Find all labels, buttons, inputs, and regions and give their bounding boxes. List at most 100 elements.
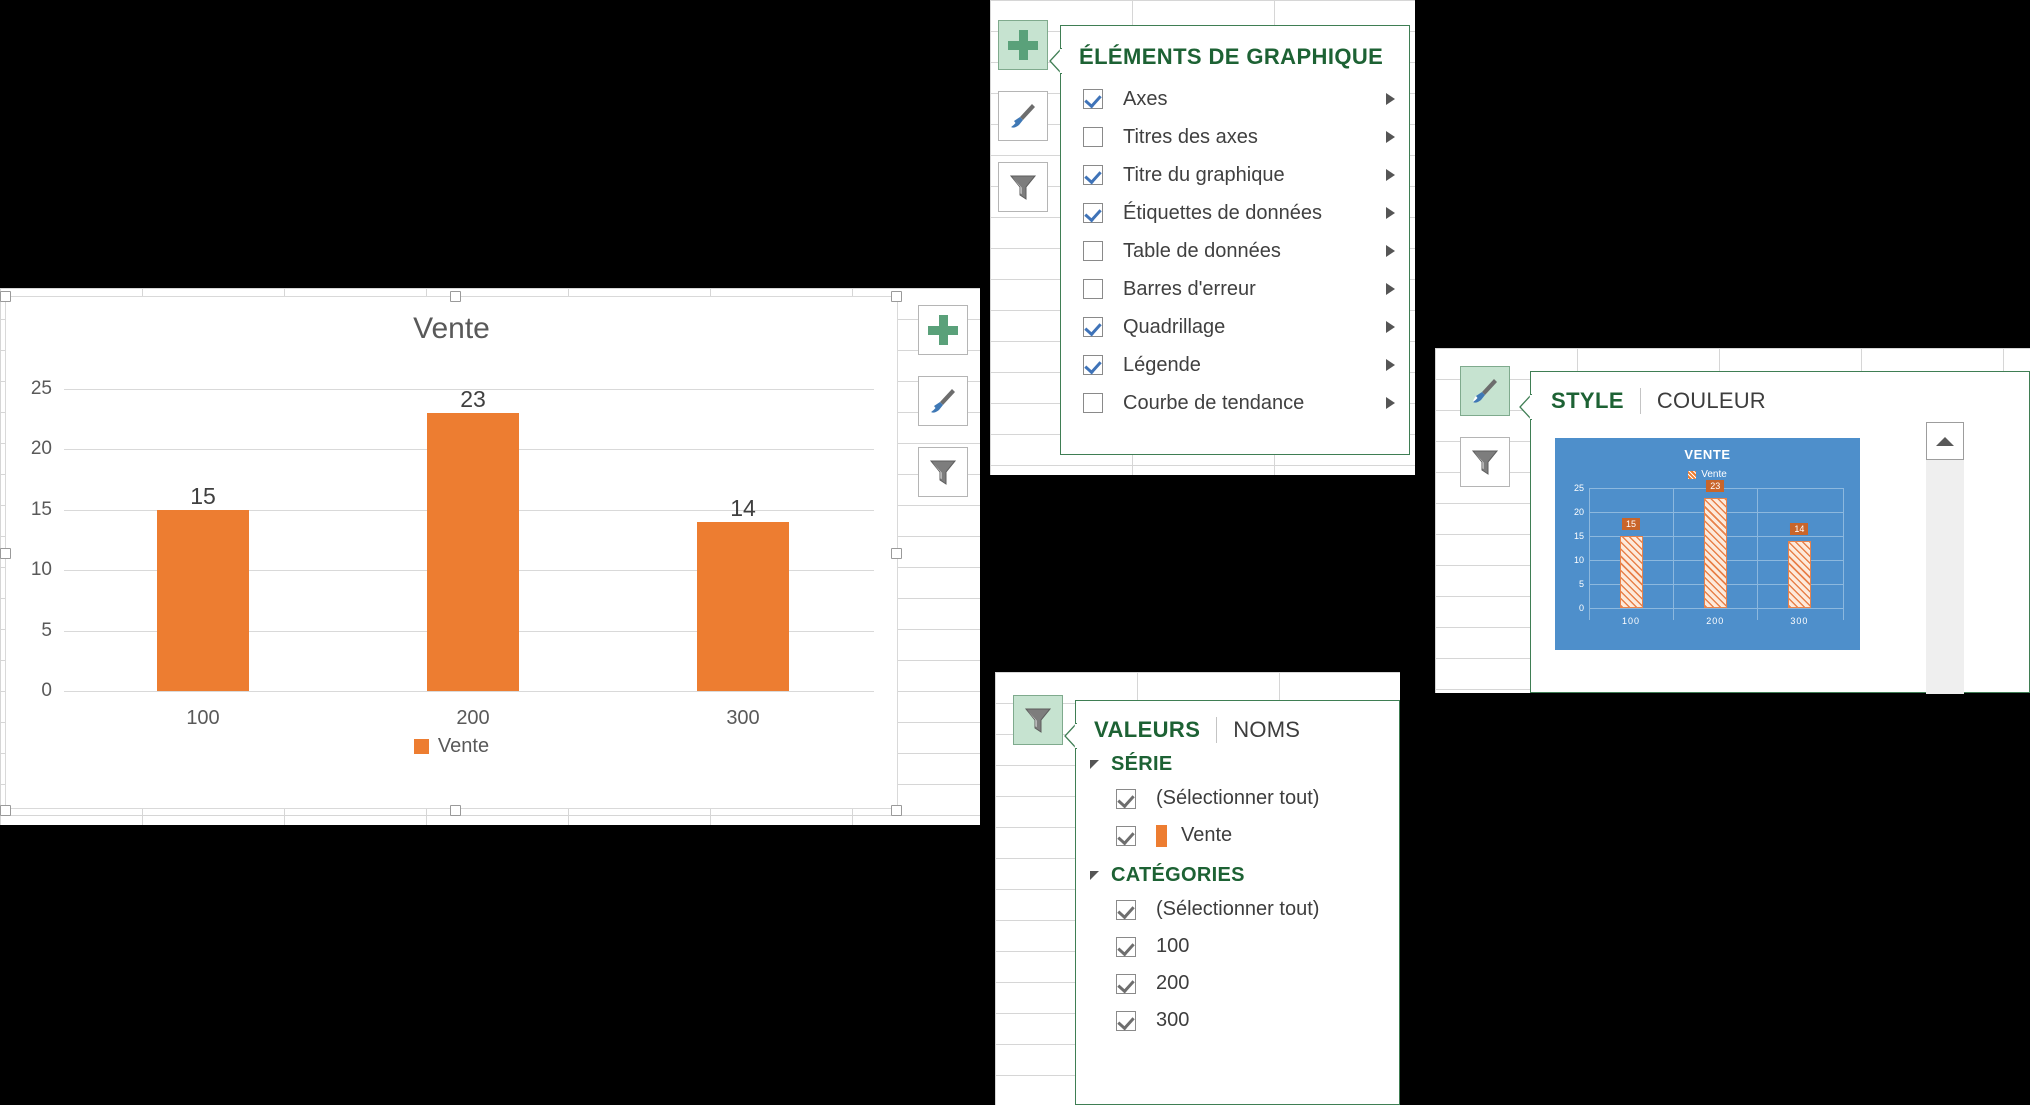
chevron-right-icon[interactable]	[1386, 131, 1395, 143]
chart-element-axis-titles[interactable]: Titres des axes	[1079, 118, 1409, 156]
thumbnail-y-tick: 10	[1573, 555, 1584, 565]
checkbox-select-all-categories[interactable]	[1116, 899, 1136, 920]
checkbox-gridlines[interactable]	[1083, 317, 1103, 337]
chart-element-label: Courbe de tendance	[1123, 391, 1305, 414]
checkbox-data-table[interactable]	[1083, 241, 1103, 261]
checkbox-data-labels[interactable]	[1083, 203, 1103, 223]
y-tick-label: 20	[30, 438, 52, 460]
chevron-right-icon[interactable]	[1386, 245, 1395, 257]
checkbox-error-bars[interactable]	[1083, 279, 1103, 299]
checkbox-series-vente[interactable]	[1116, 825, 1136, 846]
chart-element-label: Table de données	[1123, 239, 1281, 262]
checkbox-select-all-series[interactable]	[1116, 788, 1136, 809]
chevron-right-icon[interactable]	[1386, 321, 1395, 333]
styles-scrollbar-track[interactable]	[1926, 438, 1964, 694]
tab-style[interactable]: STYLE	[1551, 388, 1624, 414]
filter-item-serie-all[interactable]: (Sélectionner tout)	[1076, 780, 1399, 817]
selection-handle-top-left[interactable]	[0, 291, 11, 302]
chart-elements-toggle[interactable]	[998, 20, 1048, 70]
chart-styles-toggle-active[interactable]	[1460, 366, 1510, 416]
thumbnail-y-tick: 0	[1578, 603, 1584, 613]
collapse-triangle-icon[interactable]	[1090, 871, 1099, 880]
chevron-right-icon[interactable]	[1386, 169, 1395, 181]
tab-divider	[1216, 717, 1218, 743]
legend-swatch-vente	[413, 739, 429, 754]
popup-pointer	[1064, 723, 1077, 749]
chart-filters-toggle[interactable]	[998, 162, 1048, 212]
chevron-right-icon[interactable]	[1386, 207, 1395, 219]
filter-item-label: (Sélectionner tout)	[1156, 898, 1320, 920]
chart-filters-toggle-styles[interactable]	[1460, 437, 1510, 487]
thumbnail-y-tick: 25	[1573, 483, 1584, 493]
filter-item-category-200[interactable]: 200	[1076, 965, 1399, 1002]
checkbox-category-200[interactable]	[1116, 973, 1136, 994]
chart-element-error-bars[interactable]: Barres d'erreur	[1079, 270, 1409, 308]
checkbox-axes[interactable]	[1083, 89, 1103, 109]
y-tick-label: 15	[30, 498, 52, 520]
filter-item-serie-vente[interactable]: Vente	[1076, 817, 1399, 854]
checkbox-chart-title[interactable]	[1083, 165, 1103, 185]
thumbnail-category-300: 300	[1790, 616, 1809, 626]
selection-handle-middle-right[interactable]	[891, 548, 902, 559]
chart-element-chart-title[interactable]: Titre du graphique	[1079, 156, 1409, 194]
selection-handle-bottom-right[interactable]	[891, 805, 902, 816]
chevron-right-icon[interactable]	[1386, 397, 1395, 409]
paintbrush-icon	[1473, 379, 1497, 403]
tab-couleur[interactable]: COULEUR	[1657, 388, 1766, 414]
y-tick-label: 25	[30, 378, 52, 399]
axis-line-0: 0	[41, 680, 874, 701]
chart-elements-button[interactable]	[918, 305, 968, 355]
chart-element-data-table[interactable]: Table de données	[1079, 232, 1409, 270]
panel-title: ÉLÉMENTS DE GRAPHIQUE	[1079, 44, 1384, 69]
checkbox-axis-titles[interactable]	[1083, 127, 1103, 147]
bar-100[interactable]	[157, 509, 249, 691]
style-thumbnail-1[interactable]: VENTE Vente 25 20 15 10 5 0 15 23 14 100…	[1555, 438, 1860, 650]
chart-element-legend[interactable]: Légende	[1079, 346, 1409, 384]
legend-label-vente: Vente	[437, 735, 490, 757]
bar-200[interactable]	[427, 413, 519, 691]
chart-filters-button[interactable]	[918, 447, 968, 497]
chart-element-gridlines[interactable]: Quadrillage	[1079, 308, 1409, 346]
chart-title[interactable]: Vente	[6, 312, 897, 346]
chart-element-label: Titres des axes	[1123, 125, 1258, 148]
selection-handle-top-right[interactable]	[891, 291, 902, 302]
chevron-right-icon[interactable]	[1386, 283, 1395, 295]
selection-handle-top-center[interactable]	[450, 291, 461, 302]
group-header-categories[interactable]: CATÉGORIES	[1090, 864, 1399, 887]
filter-item-category-300[interactable]: 300	[1076, 1002, 1399, 1039]
collapse-triangle-icon[interactable]	[1090, 760, 1099, 769]
selection-handle-bottom-left[interactable]	[0, 805, 11, 816]
y-tick-label: 10	[30, 559, 52, 581]
chart-element-data-labels[interactable]: Étiquettes de données	[1079, 194, 1409, 232]
thumbnail-title: VENTE	[1684, 447, 1731, 462]
selection-handle-bottom-center[interactable]	[450, 805, 461, 816]
group-header-serie[interactable]: SÉRIE	[1090, 753, 1399, 776]
chart-object[interactable]: Vente 25 20 15 10 5 0 15 23 14 100 200 3…	[0, 291, 902, 816]
chevron-right-icon[interactable]	[1386, 359, 1395, 371]
tab-noms[interactable]: NOMS	[1233, 717, 1300, 743]
style-tabs: STYLE COULEUR	[1551, 388, 2029, 414]
plot-area: 25 20 15 10 5 0 15 23 14 100 200 300	[31, 378, 874, 729]
filter-item-label: 200	[1156, 972, 1190, 994]
scroll-up-button[interactable]	[1926, 422, 1964, 460]
chevron-right-icon[interactable]	[1386, 93, 1395, 105]
bar-300[interactable]	[697, 521, 789, 691]
thumbnail-legend-swatch	[1688, 470, 1697, 479]
tab-valeurs[interactable]: VALEURS	[1094, 717, 1200, 743]
chart-filters-toggle-active[interactable]	[1013, 695, 1063, 745]
chart-styles-toggle[interactable]	[998, 91, 1048, 141]
filter-item-category-all[interactable]: (Sélectionner tout)	[1076, 891, 1399, 928]
selection-handle-middle-left[interactable]	[0, 548, 11, 559]
chart-element-axes[interactable]: Axes	[1079, 80, 1409, 118]
y-tick-label: 5	[41, 619, 52, 641]
checkbox-category-100[interactable]	[1116, 936, 1136, 957]
thumbnail-plot: 25 20 15 10 5 0 15 23 14 100 200 300	[1574, 480, 1844, 626]
checkbox-legend[interactable]	[1083, 355, 1103, 375]
chart-element-label: Quadrillage	[1123, 315, 1226, 338]
checkbox-category-300[interactable]	[1116, 1010, 1136, 1031]
checkbox-trendline[interactable]	[1083, 393, 1103, 413]
chart-element-trendline[interactable]: Courbe de tendance	[1079, 384, 1409, 422]
chart-legend[interactable]: Vente	[6, 735, 897, 758]
filter-item-category-100[interactable]: 100	[1076, 928, 1399, 965]
chart-styles-button[interactable]	[918, 376, 968, 426]
